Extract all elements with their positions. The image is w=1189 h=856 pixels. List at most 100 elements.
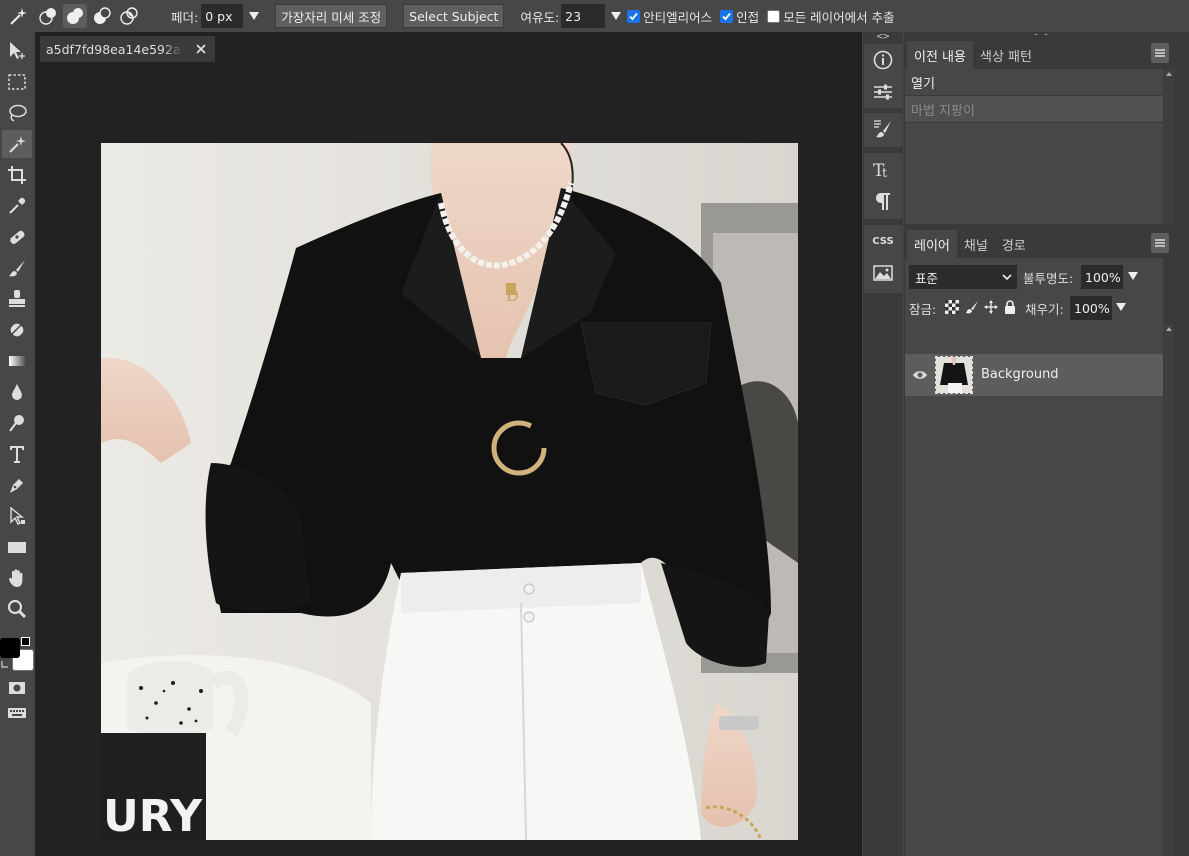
- panel-shortcut-bar: <> Tt CSS: [863, 32, 903, 856]
- refine-edge-button[interactable]: 가장자리 미세 조정: [275, 4, 388, 28]
- hand-tool-icon[interactable]: [2, 564, 32, 592]
- brush-settings-icon[interactable]: [864, 113, 902, 145]
- adjustments-icon[interactable]: [864, 76, 902, 108]
- magic-wand-icon[interactable]: [6, 4, 30, 28]
- tolerance-dropdown-icon[interactable]: [609, 9, 623, 23]
- sample-all-layers-checkbox[interactable]: [767, 9, 781, 23]
- sample-all-layers-label: 모든 레이어에서 추출: [783, 9, 895, 25]
- tools-panel: [0, 32, 34, 856]
- select-subject-button[interactable]: Select Subject: [403, 4, 505, 28]
- color-swatches: [0, 635, 34, 671]
- tolerance-label: 여유도:: [520, 9, 560, 25]
- lock-label: 잠금:: [909, 302, 937, 317]
- healing-brush-tool-icon[interactable]: [2, 223, 32, 251]
- info-adjust-group: [864, 44, 902, 108]
- layers-scrollbar[interactable]: [1164, 324, 1174, 856]
- svg-text:t: t: [882, 166, 888, 180]
- canvas-area[interactable]: a5df7fd98ea14e592ab URY D: [35, 32, 862, 856]
- chevron-down-icon: [1001, 271, 1013, 283]
- eyedropper-tool-icon[interactable]: [2, 192, 32, 220]
- tab-swatches[interactable]: 색상 패턴: [973, 41, 1039, 69]
- layers-panel-tabs: 레이어 채널 경로: [904, 224, 1174, 258]
- subtract-from-selection-icon[interactable]: [90, 4, 114, 28]
- move-tool-icon[interactable]: [2, 37, 32, 65]
- history-panel-menu-icon[interactable]: [1151, 43, 1169, 63]
- history-item-magic-wand[interactable]: 마법 지팡이: [905, 96, 1163, 123]
- shape-tool-icon[interactable]: [2, 533, 32, 561]
- type-tool-icon[interactable]: [2, 440, 32, 468]
- character-icon[interactable]: Tt: [864, 153, 902, 185]
- marquee-tool-icon[interactable]: [2, 68, 32, 96]
- feather-dropdown-icon[interactable]: [247, 9, 261, 23]
- tab-history[interactable]: 이전 내용: [907, 41, 973, 69]
- paragraph-icon[interactable]: [864, 185, 902, 217]
- blur-tool-icon[interactable]: [2, 378, 32, 406]
- lasso-tool-icon[interactable]: [2, 99, 32, 127]
- text-group: Tt: [864, 153, 902, 219]
- close-tab-icon[interactable]: [195, 43, 207, 55]
- opacity-input[interactable]: 100%: [1081, 265, 1123, 289]
- quick-mask-icon[interactable]: [2, 674, 32, 702]
- brush-tool-icon[interactable]: [2, 254, 32, 282]
- pen-tool-icon[interactable]: [2, 471, 32, 499]
- svg-text:D: D: [506, 286, 519, 305]
- tab-paths[interactable]: 경로: [995, 230, 1033, 258]
- layer-row[interactable]: Background: [905, 354, 1163, 396]
- blend-mode-value: 표준: [915, 270, 939, 286]
- fill-input[interactable]: 100%: [1070, 296, 1112, 320]
- lock-pixels-icon[interactable]: [965, 300, 979, 314]
- info-icon[interactable]: [864, 44, 902, 76]
- contiguous-label: 인접: [736, 9, 760, 25]
- options-bar: 페더: 0 px 가장자리 미세 조정 Select Subject 여유도: …: [0, 0, 1189, 32]
- antialias-label: 안티엘리어스: [643, 9, 713, 25]
- eye-icon[interactable]: [912, 368, 928, 382]
- blend-mode-select[interactable]: 표준: [909, 265, 1017, 289]
- intersect-selection-icon[interactable]: [117, 4, 141, 28]
- css-image-group: CSS: [864, 225, 902, 293]
- dodge-tool-icon[interactable]: [2, 409, 32, 437]
- lock-transparency-icon[interactable]: [945, 300, 959, 314]
- image-icon[interactable]: [864, 257, 902, 289]
- clone-stamp-tool-icon[interactable]: [2, 285, 32, 313]
- right-panels: >< 이전 내용 색상 패턴 열기 마법 지팡이 레이어 채널 경로 표준 불투…: [904, 32, 1189, 856]
- layers-panel-body: 표준 불투명도: 100% 잠금: 채우기: 100% Background: [905, 258, 1163, 856]
- feather-input[interactable]: 0 px: [201, 4, 244, 28]
- layers-panel-menu-icon[interactable]: [1151, 233, 1169, 253]
- gradient-tool-icon[interactable]: [2, 347, 32, 375]
- tab-layers[interactable]: 레이어: [907, 230, 957, 258]
- lock-position-icon[interactable]: [984, 300, 998, 314]
- opacity-dropdown-icon[interactable]: [1127, 271, 1139, 281]
- path-select-tool-icon[interactable]: [2, 502, 32, 530]
- css-icon[interactable]: CSS: [864, 225, 902, 257]
- expand-panels-icon[interactable]: <>: [876, 32, 890, 42]
- tolerance-input[interactable]: 23: [561, 4, 606, 28]
- eraser-tool-icon[interactable]: [2, 316, 32, 344]
- history-item-open[interactable]: 열기: [905, 69, 1163, 96]
- opacity-label: 불투명도:: [1023, 271, 1074, 286]
- tab-channels[interactable]: 채널: [957, 230, 995, 258]
- new-selection-icon[interactable]: [36, 4, 60, 28]
- document-tab[interactable]: a5df7fd98ea14e592ab: [40, 36, 215, 62]
- magic-wand-tool-icon[interactable]: [2, 130, 32, 158]
- antialias-checkbox[interactable]: [627, 9, 641, 23]
- css-label: CSS: [872, 235, 894, 247]
- fill-label: 채우기:: [1025, 302, 1064, 317]
- brush-group: [864, 113, 902, 147]
- foreground-color-swatch[interactable]: [0, 638, 20, 658]
- swap-colors-icon[interactable]: [21, 637, 30, 646]
- reset-colors-icon[interactable]: [1, 660, 9, 668]
- zoom-tool-icon[interactable]: [2, 595, 32, 623]
- lock-all-icon[interactable]: [1003, 300, 1017, 314]
- contiguous-checkbox[interactable]: [720, 9, 734, 23]
- fill-dropdown-icon[interactable]: [1115, 302, 1127, 312]
- document-image[interactable]: URY D: [101, 143, 798, 840]
- keyboard-icon[interactable]: [2, 699, 32, 727]
- crop-tool-icon[interactable]: [2, 161, 32, 189]
- document-tab-title: a5df7fd98ea14e592ab: [46, 41, 183, 57]
- feather-label: 페더:: [171, 9, 199, 25]
- layer-thumbnail: [935, 356, 973, 394]
- add-to-selection-icon[interactable]: [63, 4, 87, 28]
- history-panel-tabs: 이전 내용 색상 패턴: [904, 35, 1174, 69]
- svg-text:URY: URY: [103, 791, 203, 840]
- layer-name: Background: [981, 367, 1059, 382]
